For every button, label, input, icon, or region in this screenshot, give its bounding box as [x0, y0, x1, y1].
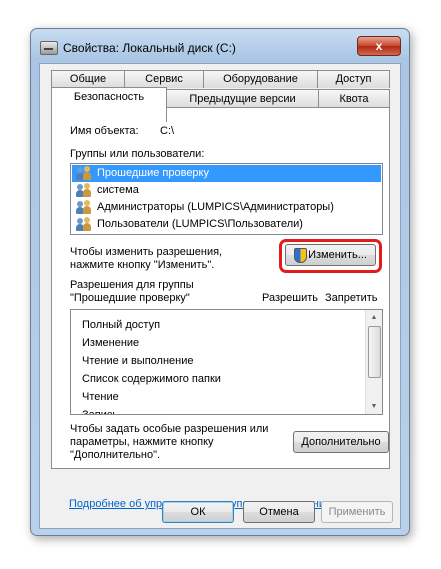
- uac-shield-icon: [294, 248, 307, 263]
- window-title: Свойства: Локальный диск (C:): [63, 41, 236, 55]
- perms-label-line1: Разрешения для группы: [70, 279, 194, 291]
- advanced-hint-line3: "Дополнительно".: [70, 449, 161, 461]
- change-button[interactable]: Изменить...: [285, 244, 376, 266]
- deny-column-header: Запретить: [325, 292, 378, 304]
- change-hint-line1: Чтобы изменить разрешения,: [70, 246, 223, 258]
- tab-hardware[interactable]: Оборудование: [203, 70, 318, 88]
- perms-label-line2: "Прошедшие проверку": [70, 292, 190, 304]
- close-button[interactable]: x: [357, 36, 401, 56]
- users-icon: [76, 166, 92, 181]
- scroll-up-icon[interactable]: ▲: [366, 310, 382, 325]
- list-item[interactable]: Администраторы (LUMPICS\Администраторы): [72, 199, 381, 216]
- permission-row: Полный доступ: [82, 319, 161, 331]
- change-hint-line2: нажмите кнопку "Изменить".: [70, 259, 215, 271]
- list-item[interactable]: Прошедшие проверку: [72, 165, 381, 182]
- permission-row: Изменение: [82, 337, 140, 349]
- tab-sharing[interactable]: Доступ: [317, 70, 390, 88]
- permission-row: Чтение: [82, 391, 119, 403]
- tab-tools[interactable]: Сервис: [124, 70, 204, 88]
- users-icon: [76, 183, 92, 198]
- title-bar[interactable]: Свойства: Локальный диск (C:) x: [31, 29, 409, 63]
- permission-row: Запись: [82, 409, 119, 415]
- advanced-hint-line1: Чтобы задать особые разрешения или: [70, 423, 269, 435]
- tab-security[interactable]: Безопасность: [51, 87, 167, 122]
- properties-dialog: Свойства: Локальный диск (C:) x Общие Се…: [30, 28, 410, 536]
- users-icon: [76, 217, 92, 232]
- permissions-scrollbar[interactable]: ▲ ▼: [365, 310, 382, 414]
- scroll-thumb[interactable]: [368, 326, 381, 378]
- advanced-button[interactable]: Дополнительно: [293, 431, 389, 453]
- ok-button[interactable]: ОК: [162, 501, 234, 523]
- groups-listbox[interactable]: Прошедшие проверку система Администратор…: [70, 163, 383, 235]
- tab-previous-versions[interactable]: Предыдущие версии: [166, 89, 319, 108]
- permission-row: Чтение и выполнение: [82, 355, 194, 367]
- scroll-down-icon[interactable]: ▼: [366, 399, 382, 414]
- close-icon: x: [375, 39, 383, 53]
- permissions-listbox[interactable]: Полный доступ Изменение Чтение и выполне…: [70, 309, 383, 415]
- object-name-value: C:\: [160, 125, 175, 137]
- object-name-label: Имя объекта:: [70, 125, 139, 137]
- groups-label: Группы или пользователи:: [70, 148, 205, 160]
- advanced-hint-line2: параметры, нажмите кнопку: [70, 436, 214, 448]
- dialog-body: Общие Сервис Оборудование Доступ Безопас…: [39, 63, 401, 529]
- list-item[interactable]: система: [72, 182, 381, 199]
- drive-icon: [40, 41, 58, 55]
- list-item[interactable]: Пользователи (LUMPICS\Пользователи): [72, 216, 381, 233]
- users-icon: [76, 200, 92, 215]
- tab-general[interactable]: Общие: [51, 70, 125, 88]
- allow-column-header: Разрешить: [262, 292, 318, 304]
- security-panel: Имя объекта: C:\ Группы или пользователи…: [51, 107, 390, 469]
- cancel-button[interactable]: Отмена: [243, 501, 315, 523]
- tab-quota[interactable]: Квота: [318, 89, 390, 108]
- permission-row: Список содержимого папки: [82, 373, 221, 385]
- apply-button[interactable]: Применить: [321, 501, 393, 523]
